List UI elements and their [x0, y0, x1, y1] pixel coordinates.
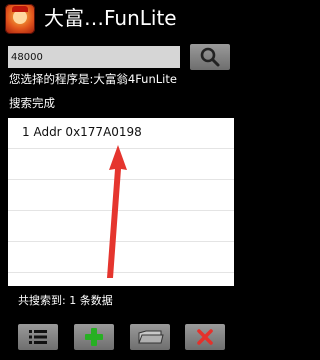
- folder-button[interactable]: [130, 324, 170, 350]
- list-button[interactable]: [18, 324, 58, 350]
- annotation-arrow: [107, 145, 127, 278]
- title-bar: 大富…FunLite: [0, 0, 241, 38]
- app-title: 大富…FunLite: [44, 6, 177, 30]
- app-icon: [5, 4, 35, 34]
- search-icon: [200, 47, 220, 67]
- results-list: 1 Addr 0x177A0198: [8, 118, 234, 286]
- search-status-text: 搜索完成: [9, 96, 55, 110]
- result-count-text: 共搜索到: 1 条数据: [18, 294, 113, 307]
- folder-icon: [138, 330, 164, 344]
- add-button[interactable]: [74, 324, 114, 350]
- selected-program-text: 您选择的程序是:大富翁4FunLite: [9, 72, 177, 86]
- list-icon: [29, 330, 47, 344]
- search-input[interactable]: [8, 46, 180, 68]
- close-icon: [197, 329, 213, 345]
- plus-icon: [85, 328, 103, 346]
- delete-button[interactable]: [185, 324, 225, 350]
- search-button[interactable]: [190, 44, 230, 70]
